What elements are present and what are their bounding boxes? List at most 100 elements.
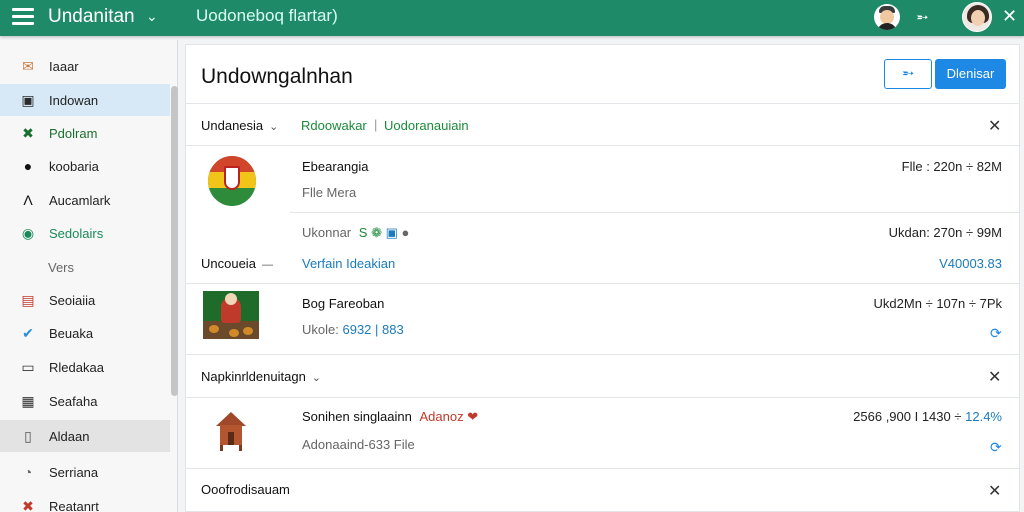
pin-icon: ➵ [901,65,915,82]
item-meta: Ukd2Mn ÷ 107n ÷ 7Pk [873,296,1002,311]
divider [186,468,1019,469]
document-icon: ▭ [21,359,35,375]
section-header[interactable]: Napkinrldenuitagn ⌄ [201,369,321,384]
scene-thumbnail [203,291,259,339]
chevron-down-icon: — [261,259,273,271]
sidebar-group-text: Vers [48,260,75,275]
hamburger-icon[interactable] [12,8,34,26]
pin-button[interactable]: ➵ [884,59,932,89]
sidebar-item-mail[interactable]: ✉ Iaaar [0,50,170,82]
divider [290,212,1019,213]
location-icon: ● [401,225,410,240]
sidebar-item-label: Sedolairs [49,226,104,241]
sidebar-item-bookmark[interactable]: ▯ Aldaan [0,420,170,452]
app-subtitle: Uodoneboq flartar) [196,6,338,25]
item-meta-text: 2566 ,900 I 1430 ÷ [853,409,962,424]
triangle-icon: Λ [23,192,33,208]
sidebar-item-label: Serriana [49,465,99,480]
section-header[interactable]: Undanesia ⌄ [201,118,278,133]
leaf-icon: ❁ [371,225,382,240]
main-panel: Undowngalnhan ➵ Dlenisar Undanesia ⌄ Rdoo… [185,44,1020,512]
section-link[interactable]: Verfain Ideakian [302,256,395,271]
item-title[interactable]: Bog Fareoban [302,296,384,311]
refresh-icon[interactable]: ⟳ [990,325,1002,342]
separator: | [374,117,378,132]
sidebar: ✉ Iaaar ▣ Indowan ✖ Pdolram ● koobaria Λ… [0,40,178,512]
section-link[interactable]: Rdoowakar [301,118,367,133]
toggle-icon: ◉ [21,225,35,241]
item-badge: Adanoz [419,409,464,424]
item-title[interactable]: Sonihen singlaainn Adanoz ❤ [302,409,478,425]
refresh-icon[interactable]: ⟳ [990,439,1002,456]
section-title: Uncoueia [201,256,256,271]
tools-icon: ✖ [22,498,34,512]
section-link[interactable]: Uodoranauiain [384,118,469,133]
grid-icon: ▦ [21,393,35,409]
circle-icon: ● [23,158,33,174]
sidebar-item-label: Seoiaiia [49,293,96,308]
pin-icon[interactable]: ➵ [916,8,929,26]
emblem-thumbnail [208,156,256,206]
sidebar-item-tools[interactable]: ✖ Pdolram [0,117,170,149]
section-title: Napkinrldenuitagn [201,369,306,384]
sidebar-item-triangle[interactable]: Λ Aucamlark [0,184,170,216]
close-icon[interactable]: ✕ [988,367,1001,387]
item-detail: Ukonnar S ❁ ▣ ● [302,225,409,241]
clock-icon: ◔ [23,464,33,480]
heart-icon: ❤ [467,409,479,424]
item-subtitle: Adonaaind-633 File [302,437,415,452]
chevron-down-icon[interactable]: ⌄ [146,8,158,25]
sidebar-item-check[interactable]: ✔ Beuaka [0,317,170,349]
section-header[interactable]: Uncoueia — [201,256,273,271]
item-meta: 2566 ,900 I 1430 ÷ 12.4% [853,409,1002,424]
sidebar-item-reports[interactable]: ✖ Reatanrt [0,490,170,512]
sidebar-item-circle[interactable]: ● koobaria [0,150,170,182]
bookmark-icon: ▯ [24,428,32,444]
close-icon[interactable]: ✕ [988,116,1001,136]
card-icon: ▤ [21,292,35,308]
divider [186,145,1019,146]
chevron-down-icon: ⌄ [269,121,279,133]
sidebar-item-inbox[interactable]: ▣ Indowan [0,84,170,116]
sidebar-item-label: Iaaar [49,59,79,74]
sidebar-item-label: Beuaka [49,326,94,341]
sidebar-item-label: koobaria [49,159,99,174]
sidebar-item-settings[interactable]: ◉ Sedolairs [0,217,170,249]
section-title[interactable]: Ooofrodisauam [201,482,290,497]
item-meta: Ukdan: 270n ÷ 99M [888,225,1002,240]
profile-avatar[interactable] [962,2,992,32]
sidebar-item-label: Reatanrt [49,499,99,512]
chevron-down-icon: ⌄ [311,372,322,384]
item-detail-label: Ukonnar [302,225,352,240]
sidebar-item-label: Aucamlark [49,193,111,208]
item-subtitle-label: Ukole: [302,322,339,337]
inbox-icon: ▣ [21,92,35,108]
tag-icon: S [358,225,368,240]
sidebar-item-document[interactable]: ▭ Rledakaa [0,351,170,383]
app-title: Undanitan [48,6,135,27]
sidebar-item-label: Seafaha [49,394,98,409]
section-title: Undanesia [201,118,264,133]
divider [186,354,1019,355]
badge-icon: ▣ [385,225,398,240]
divider [186,103,1019,104]
item-title[interactable]: Ebearangia [302,159,369,174]
section-value: V40003.83 [939,256,1002,271]
close-icon[interactable]: ✕ [988,481,1001,501]
sidebar-item-label: Rledakaa [49,360,104,375]
close-icon[interactable]: ✕ [1002,6,1017,27]
sidebar-item-grid[interactable]: ▦ Seafaha [0,385,170,417]
divider [186,283,1019,284]
sidebar-scrollbar[interactable] [171,86,178,396]
mail-icon: ✉ [22,58,34,74]
primary-button[interactable]: Dlenisar [935,59,1006,89]
house-thumbnail [216,412,246,452]
page-title: Undowngalnhan [201,65,353,88]
sidebar-item-clock[interactable]: ◔ Serriana [0,456,170,488]
sidebar-item-card[interactable]: ▤ Seoiaiia [0,284,170,316]
item-subtitle-value: 6932 | 883 [342,322,404,337]
user-avatar[interactable] [874,4,900,30]
item-title-text: Sonihen singlaainn [302,409,412,424]
sidebar-item-label: Indowan [49,93,99,108]
tools-icon: ✖ [22,125,34,141]
